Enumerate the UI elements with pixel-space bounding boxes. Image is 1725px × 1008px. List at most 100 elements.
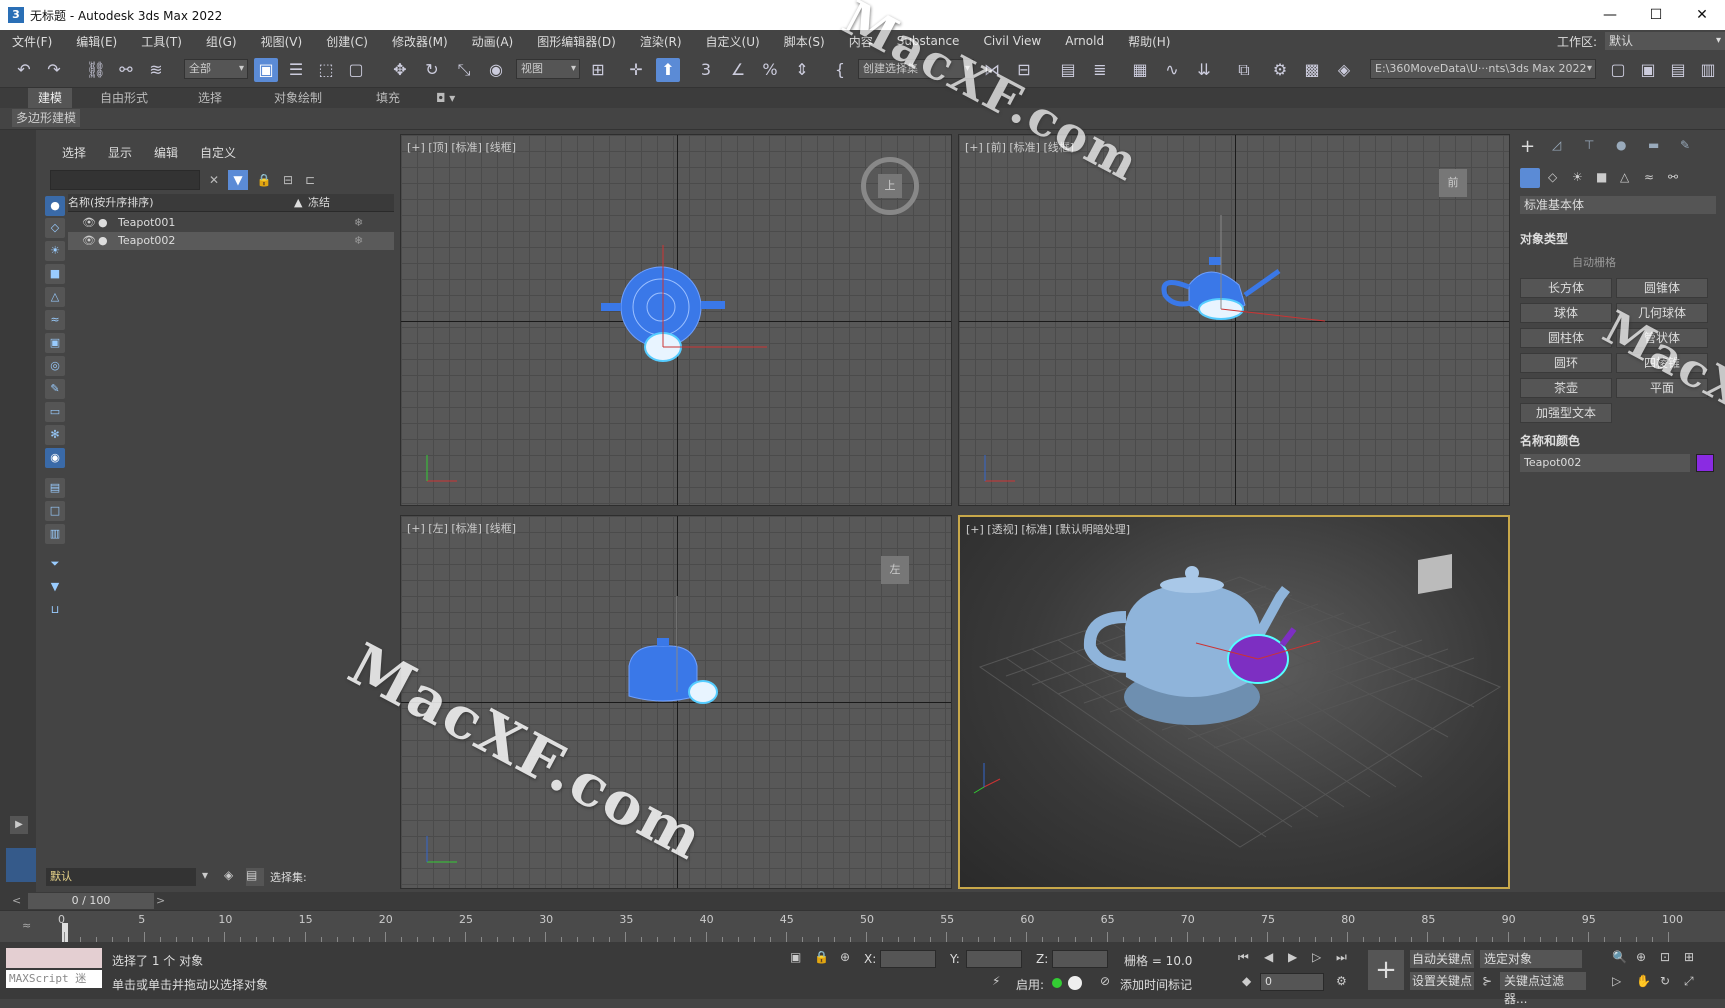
- ribbon-tab-freeform[interactable]: 自由形式: [90, 88, 158, 108]
- key-filters-button[interactable]: 关键点过滤器...: [1500, 972, 1586, 1006]
- spinner-snap-icon[interactable]: ⇕: [790, 58, 814, 82]
- z-coordinate-input[interactable]: [1052, 950, 1108, 968]
- systems-icon[interactable]: ⚯: [1668, 170, 1678, 184]
- viewcube-left-face[interactable]: 左: [881, 556, 909, 584]
- display-shapes-icon[interactable]: ◇: [45, 218, 65, 238]
- menu-customize[interactable]: 自定义(U): [694, 33, 772, 50]
- material-editor-icon[interactable]: ⚙: [1268, 58, 1292, 82]
- menu-help[interactable]: 帮助(H): [1116, 33, 1182, 50]
- x-coordinate-input[interactable]: [880, 950, 936, 968]
- clear-search-icon[interactable]: ✕: [204, 170, 224, 190]
- hierarchy-tab-icon[interactable]: ⊤: [1584, 138, 1594, 152]
- display-cameras-icon[interactable]: ■: [45, 264, 65, 284]
- selection-filter-dropdown[interactable]: 全部: [184, 59, 248, 79]
- render-dot-icon[interactable]: ●: [98, 214, 108, 232]
- ribbon-tab-modeling[interactable]: 建模: [28, 88, 73, 108]
- render-dot-icon[interactable]: ●: [98, 232, 108, 250]
- box-button[interactable]: 长方体: [1520, 278, 1612, 298]
- display-bones-icon[interactable]: ✎: [45, 379, 65, 399]
- layer-dropdown[interactable]: 默认: [46, 868, 196, 886]
- selection-set-icon[interactable]: ▤: [246, 868, 264, 886]
- menu-arnold[interactable]: Arnold: [1053, 34, 1116, 48]
- track-bar[interactable]: ≈ 0 5 10 15 20 25 30 35 40 45 50 55 60 65 70 75 80 85 90 95…: [0, 910, 1725, 943]
- play-icon[interactable]: ▶: [1288, 950, 1297, 964]
- explorer-search-input[interactable]: [50, 170, 200, 190]
- layer-explorer-icon[interactable]: ≣: [1088, 58, 1112, 82]
- add-time-tag[interactable]: 添加时间标记: [1120, 976, 1192, 993]
- pan-icon[interactable]: ✋: [1636, 974, 1651, 988]
- create-tab-icon[interactable]: +: [1520, 136, 1535, 157]
- zoom-all-icon[interactable]: ⊕: [1636, 950, 1646, 964]
- container-open-icon[interactable]: ▤: [1666, 58, 1690, 82]
- display-none-icon[interactable]: ▤: [45, 478, 65, 498]
- reference-coordinate-dropdown[interactable]: 视图: [516, 59, 580, 79]
- close-button[interactable]: ✕: [1679, 0, 1725, 30]
- unlink-icon[interactable]: ⚯: [114, 58, 138, 82]
- key-mode-dropdown[interactable]: 选定对象: [1480, 950, 1582, 968]
- rect-selection-icon[interactable]: ⬚: [314, 58, 338, 82]
- link-icon[interactable]: ⛓: [84, 58, 108, 82]
- visibility-eye-icon[interactable]: 👁: [82, 232, 96, 250]
- menu-animation[interactable]: 动画(A): [460, 33, 526, 50]
- dope-sheet-icon[interactable]: ⇊: [1192, 58, 1216, 82]
- undo-icon[interactable]: ↶: [12, 58, 36, 82]
- display-containers-icon[interactable]: ▭: [45, 402, 65, 422]
- invert-display-icon[interactable]: □: [45, 501, 65, 521]
- maximize-button[interactable]: ☐: [1633, 0, 1679, 30]
- layer-dropdown-arrow-icon[interactable]: ▾: [202, 868, 220, 886]
- bind-space-warp-icon[interactable]: ≋: [144, 58, 168, 82]
- display-all-icon[interactable]: ◉: [45, 448, 65, 468]
- angle-snap-icon[interactable]: ∠: [726, 58, 750, 82]
- scene-explorer-toggle-icon[interactable]: ▤: [1056, 58, 1080, 82]
- menu-scripting[interactable]: 脚本(S): [772, 33, 837, 50]
- viewcube-front-face[interactable]: 前: [1439, 169, 1467, 197]
- ribbon-options-icon[interactable]: ◘ ▾: [426, 88, 465, 108]
- y-coordinate-input[interactable]: [966, 950, 1022, 968]
- name-color-rollout[interactable]: 名称和颜色: [1520, 432, 1580, 449]
- modify-tab-icon[interactable]: ◿: [1552, 138, 1561, 152]
- table-row[interactable]: 👁 ● Teapot001 ❄: [68, 214, 394, 232]
- time-config-icon[interactable]: ⚙: [1336, 974, 1347, 988]
- explorer-tab-edit[interactable]: 编辑: [154, 144, 178, 161]
- window-crossing-icon[interactable]: ▢: [344, 58, 368, 82]
- frame-counter[interactable]: 0 / 100: [28, 893, 154, 909]
- maximize-viewport-icon[interactable]: ⤢: [1684, 974, 1694, 989]
- lock-icon[interactable]: 🔒: [254, 170, 274, 190]
- menu-edit[interactable]: 编辑(E): [64, 33, 129, 50]
- time-slider-thumb[interactable]: [62, 923, 68, 943]
- select-by-name-icon[interactable]: ☰: [284, 58, 308, 82]
- display-helpers-icon[interactable]: △: [45, 287, 65, 307]
- place-icon[interactable]: ◉: [484, 58, 508, 82]
- select-object-icon[interactable]: ▣: [254, 58, 278, 82]
- set-key-big-icon[interactable]: +: [1368, 950, 1404, 990]
- isolate-icon[interactable]: ▣: [790, 950, 801, 964]
- category-dropdown[interactable]: 标准基本体: [1520, 196, 1716, 214]
- menu-group[interactable]: 组(G): [194, 33, 249, 50]
- zoom-icon[interactable]: 🔍: [1612, 950, 1627, 964]
- viewport-perspective[interactable]: [+] [透视] [标准] [默认明暗处理]: [958, 515, 1510, 889]
- rotate-icon[interactable]: ↻: [420, 58, 444, 82]
- workspace-dropdown[interactable]: 默认: [1605, 32, 1725, 50]
- viewport-layout-icon[interactable]: [6, 848, 36, 882]
- textplus-button[interactable]: 加强型文本: [1520, 403, 1612, 423]
- menu-create[interactable]: 创建(C): [314, 33, 380, 50]
- next-frame-icon[interactable]: >: [156, 894, 170, 908]
- display-geometry-icon[interactable]: ●: [45, 196, 65, 216]
- properties-icon[interactable]: ▥: [45, 524, 65, 544]
- hierarchy-icon[interactable]: ⊟: [278, 170, 298, 190]
- orbit-icon[interactable]: ↻: [1660, 974, 1670, 988]
- menu-file[interactable]: 文件(F): [0, 33, 64, 50]
- object-color-swatch[interactable]: [1696, 454, 1714, 472]
- cone-button[interactable]: 圆锥体: [1616, 278, 1708, 298]
- polygon-modeling-tab[interactable]: 多边形建模: [12, 109, 81, 127]
- pivot-center-icon[interactable]: ⊞: [586, 58, 610, 82]
- viewport-front[interactable]: [+] [前] [标准] [线框] 前: [958, 134, 1510, 506]
- lights-icon[interactable]: ☀: [1572, 170, 1583, 184]
- spacewarps-icon[interactable]: ≈: [1644, 170, 1654, 184]
- move-icon[interactable]: ✥: [388, 58, 412, 82]
- display-tab-icon[interactable]: ▬: [1648, 138, 1659, 152]
- key-filter-icon[interactable]: ⊱: [1482, 974, 1492, 988]
- utilities-tab-icon[interactable]: ✎: [1680, 138, 1690, 152]
- frozen-snowflake-icon[interactable]: ❄: [354, 214, 363, 232]
- render-setup-icon[interactable]: ▩: [1300, 58, 1324, 82]
